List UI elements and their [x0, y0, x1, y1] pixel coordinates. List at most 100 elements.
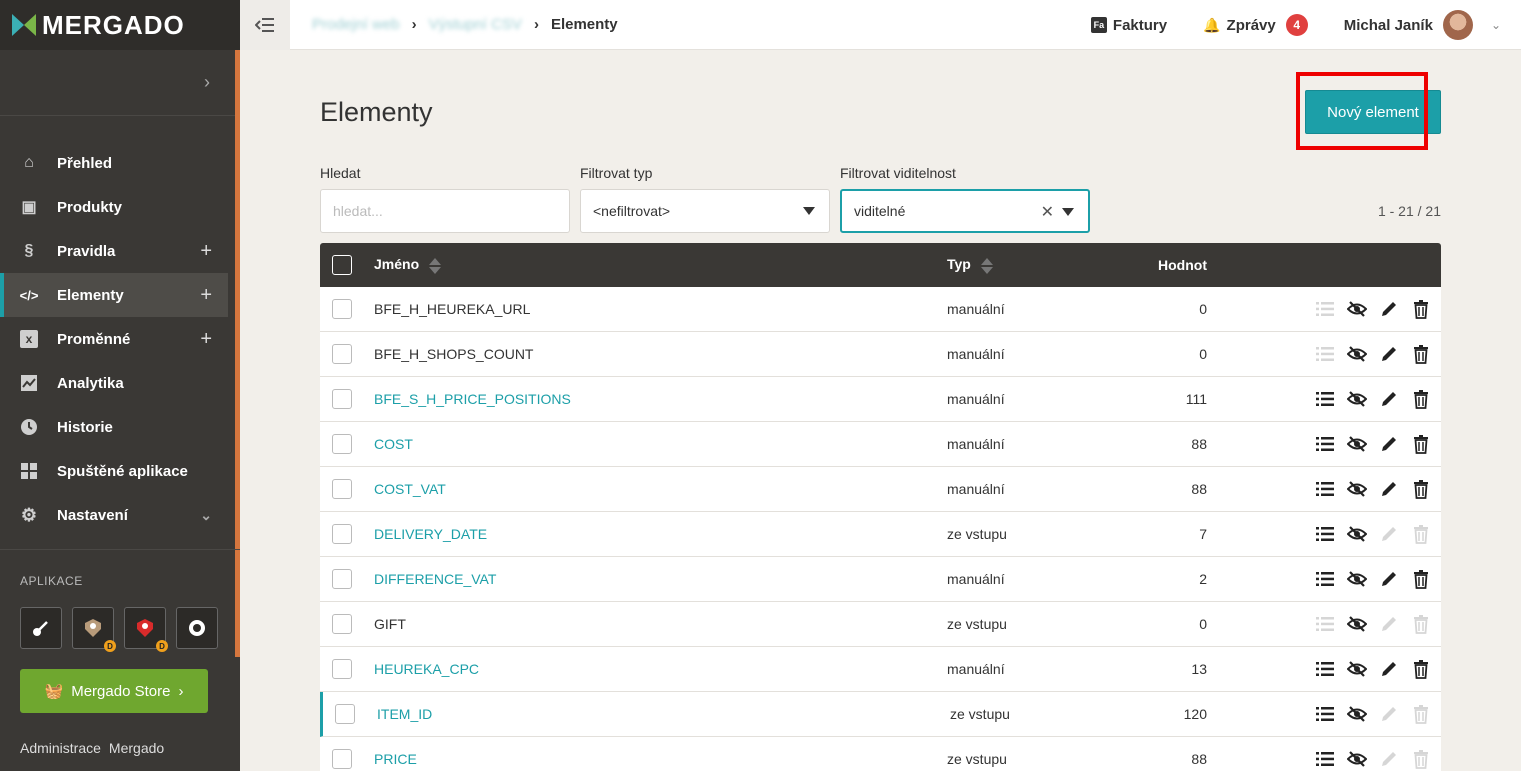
list-icon[interactable]: [1315, 389, 1335, 409]
row-checkbox[interactable]: [332, 479, 352, 499]
list-icon[interactable]: [1315, 479, 1335, 499]
table-row[interactable]: PRICE ze vstupu 88: [320, 737, 1441, 771]
element-name[interactable]: BFE_S_H_PRICE_POSITIONS: [374, 391, 571, 407]
app-key-icon[interactable]: [20, 607, 62, 649]
breadcrumb-item[interactable]: Prodejní web: [312, 16, 400, 33]
type-column-header[interactable]: Typ: [947, 256, 993, 274]
pencil-icon[interactable]: [1379, 299, 1399, 319]
sidebar-item-elementy[interactable]: </> Elementy +: [0, 273, 228, 317]
admin-link[interactable]: Administrace: [20, 740, 101, 756]
row-checkbox[interactable]: [332, 749, 352, 769]
pencil-icon[interactable]: [1379, 659, 1399, 679]
row-checkbox[interactable]: [332, 614, 352, 634]
eye-slash-icon[interactable]: [1347, 749, 1367, 769]
user-name[interactable]: Michal Janík: [1344, 17, 1433, 34]
pencil-icon[interactable]: [1379, 434, 1399, 454]
table-row[interactable]: DELIVERY_DATE ze vstupu 7: [320, 512, 1441, 557]
trash-icon[interactable]: [1411, 569, 1431, 589]
eye-slash-icon[interactable]: [1347, 299, 1367, 319]
app-heureka-red-icon[interactable]: D: [124, 607, 168, 652]
row-checkbox[interactable]: [332, 434, 352, 454]
row-checkbox[interactable]: [332, 389, 352, 409]
chevron-down-icon[interactable]: ⌄: [200, 507, 212, 524]
sidebar-item-spustene-aplikace[interactable]: Spuštěné aplikace: [0, 449, 228, 493]
table-row[interactable]: BFE_S_H_PRICE_POSITIONS manuální 111: [320, 377, 1441, 422]
list-icon[interactable]: [1315, 434, 1335, 454]
pencil-icon[interactable]: [1379, 389, 1399, 409]
name-column-header[interactable]: Jméno: [374, 256, 442, 274]
list-icon[interactable]: [1315, 749, 1335, 769]
element-name[interactable]: COST_VAT: [374, 481, 446, 497]
breadcrumb-item[interactable]: Výstupní CSV: [429, 16, 522, 33]
row-checkbox[interactable]: [332, 299, 352, 319]
clear-icon[interactable]: ✕: [1041, 202, 1054, 222]
sidebar-item-nastaveni[interactable]: ⚙ Nastavení ⌄: [0, 493, 228, 537]
pencil-icon[interactable]: [1379, 749, 1399, 769]
row-checkbox[interactable]: [332, 344, 352, 364]
trash-icon[interactable]: [1411, 524, 1431, 544]
trash-icon[interactable]: [1411, 344, 1431, 364]
row-checkbox[interactable]: [332, 659, 352, 679]
list-icon[interactable]: [1315, 704, 1335, 724]
trash-icon[interactable]: [1411, 479, 1431, 499]
project-switcher[interactable]: ›: [0, 50, 240, 116]
logo[interactable]: MERGADO: [0, 0, 240, 50]
visibility-filter-select[interactable]: viditelné ✕: [840, 189, 1090, 233]
row-checkbox[interactable]: [332, 524, 352, 544]
pencil-icon[interactable]: [1379, 344, 1399, 364]
eye-slash-icon[interactable]: [1347, 569, 1367, 589]
list-icon[interactable]: [1315, 344, 1335, 364]
invoices-link[interactable]: Fa Faktury: [1090, 17, 1167, 34]
table-row[interactable]: HEUREKA_CPC manuální 13: [320, 647, 1441, 692]
mergado-link[interactable]: Mergado: [109, 740, 164, 756]
select-all-checkbox[interactable]: [332, 255, 352, 275]
trash-icon[interactable]: [1411, 704, 1431, 724]
sidebar-item-historie[interactable]: Historie: [0, 405, 228, 449]
sidebar-item-pravidla[interactable]: § Pravidla +: [0, 229, 228, 273]
eye-slash-icon[interactable]: [1347, 344, 1367, 364]
table-row[interactable]: ITEM_ID ze vstupu 120: [320, 692, 1441, 737]
chevron-down-icon[interactable]: ⌄: [1491, 18, 1501, 32]
row-checkbox[interactable]: [335, 704, 355, 724]
type-filter-select[interactable]: <nefiltrovat>: [580, 189, 830, 233]
eye-slash-icon[interactable]: [1347, 704, 1367, 724]
pencil-icon[interactable]: [1379, 614, 1399, 634]
trash-icon[interactable]: [1411, 434, 1431, 454]
table-row[interactable]: BFE_H_SHOPS_COUNT manuální 0: [320, 332, 1441, 377]
eye-slash-icon[interactable]: [1347, 479, 1367, 499]
table-row[interactable]: DIFFERENCE_VAT manuální 2: [320, 557, 1441, 602]
element-name[interactable]: DELIVERY_DATE: [374, 526, 487, 542]
trash-icon[interactable]: [1411, 749, 1431, 769]
table-row[interactable]: COST_VAT manuální 88: [320, 467, 1441, 512]
collapse-sidebar-button[interactable]: [240, 0, 290, 50]
list-icon[interactable]: [1315, 614, 1335, 634]
list-icon[interactable]: [1315, 569, 1335, 589]
trash-icon[interactable]: [1411, 299, 1431, 319]
app-coin-icon[interactable]: [176, 607, 218, 649]
mergado-store-button[interactable]: 🧺 Mergado Store ›: [20, 669, 208, 713]
row-checkbox[interactable]: [332, 569, 352, 589]
element-name[interactable]: COST: [374, 436, 413, 452]
app-heureka-icon[interactable]: D: [72, 607, 116, 652]
sidebar-item-analytika[interactable]: Analytika: [0, 361, 228, 405]
table-row[interactable]: GIFT ze vstupu 0: [320, 602, 1441, 647]
messages-link[interactable]: 🔔 Zprávy 4: [1203, 14, 1308, 36]
list-icon[interactable]: [1315, 659, 1335, 679]
element-name[interactable]: HEUREKA_CPC: [374, 661, 479, 677]
eye-slash-icon[interactable]: [1347, 614, 1367, 634]
trash-icon[interactable]: [1411, 614, 1431, 634]
eye-slash-icon[interactable]: [1347, 659, 1367, 679]
eye-slash-icon[interactable]: [1347, 434, 1367, 454]
list-icon[interactable]: [1315, 299, 1335, 319]
add-variable-plus-icon[interactable]: +: [200, 328, 212, 351]
search-input[interactable]: [320, 189, 570, 233]
pencil-icon[interactable]: [1379, 704, 1399, 724]
add-element-plus-icon[interactable]: +: [200, 284, 212, 307]
sidebar-item-promenne[interactable]: x Proměnné +: [0, 317, 228, 361]
pencil-icon[interactable]: [1379, 524, 1399, 544]
pencil-icon[interactable]: [1379, 569, 1399, 589]
table-row[interactable]: BFE_H_HEUREKA_URL manuální 0: [320, 287, 1441, 332]
element-name[interactable]: DIFFERENCE_VAT: [374, 571, 496, 587]
add-rule-plus-icon[interactable]: +: [200, 240, 212, 263]
element-name[interactable]: ITEM_ID: [377, 706, 432, 722]
